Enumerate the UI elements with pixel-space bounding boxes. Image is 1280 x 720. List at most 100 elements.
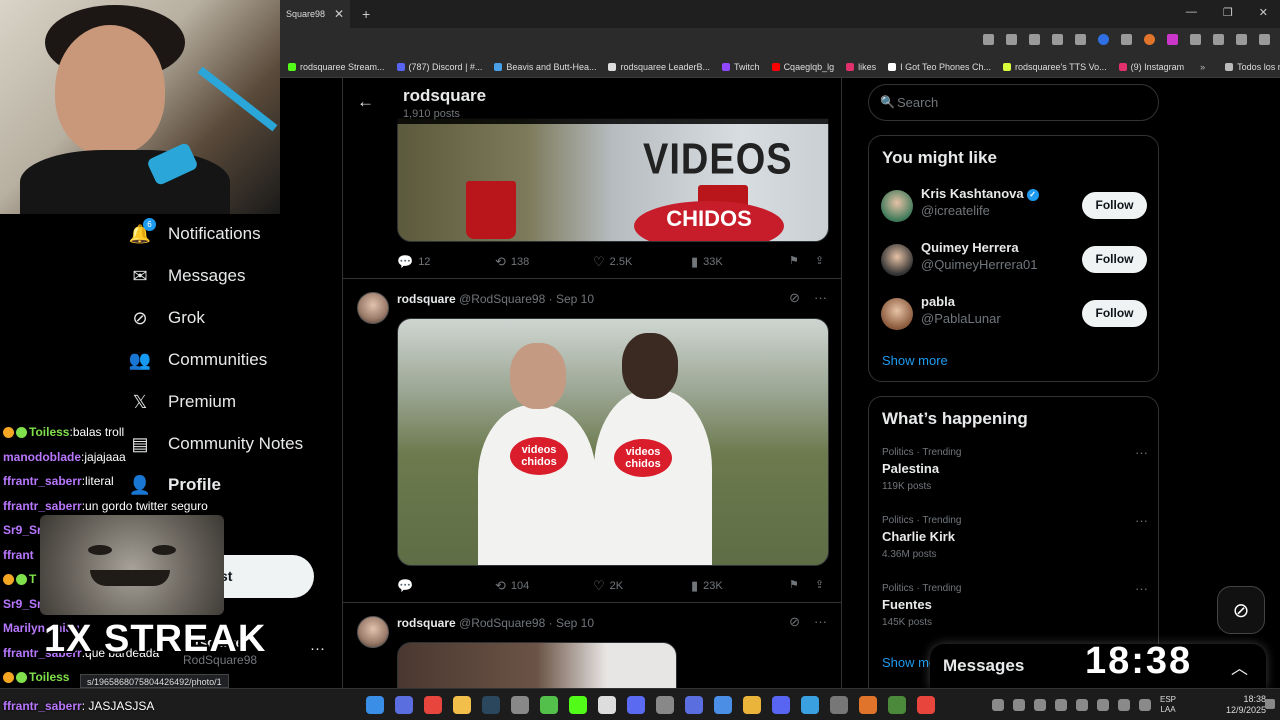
bookmark-icon[interactable]: ⚑ xyxy=(789,254,799,267)
translate-icon[interactable] xyxy=(1006,34,1017,45)
profile-avatar-icon[interactable] xyxy=(1236,34,1247,45)
tray-chevron-icon[interactable] xyxy=(992,699,1004,711)
trend-item[interactable]: Politics · Trending Charlie Kirk 4.36M p… xyxy=(882,513,1148,567)
bookmark-item[interactable]: likes xyxy=(846,62,876,72)
suggested-name[interactable]: pabla xyxy=(921,294,955,309)
avatar[interactable] xyxy=(881,244,913,276)
follow-button[interactable]: Follow xyxy=(1082,192,1147,219)
nav-notifications[interactable]: 🔔 6 Notifications xyxy=(129,218,261,246)
post-author-name[interactable]: rodsquare xyxy=(397,616,456,630)
bookmark-icon[interactable]: ⚑ xyxy=(789,578,799,591)
search-input[interactable]: 🔍 Search xyxy=(868,84,1159,121)
cast-icon[interactable] xyxy=(983,34,994,45)
share-icon[interactable]: ⇪ xyxy=(815,578,824,591)
avatar[interactable] xyxy=(881,298,913,330)
star-icon[interactable] xyxy=(1052,34,1063,45)
trend-item[interactable]: Politics · Trending Palestina 119K posts… xyxy=(882,445,1148,499)
avatar[interactable] xyxy=(357,616,389,648)
all-bookmarks-folder[interactable]: Todos los marcadores xyxy=(1225,62,1280,72)
post-date[interactable]: Sep 10 xyxy=(556,292,594,306)
tray-kick-icon[interactable] xyxy=(1055,699,1067,711)
grok-icon[interactable]: ⊘ xyxy=(789,614,800,630)
bookmark-item[interactable]: Beavis and Butt-Hea... xyxy=(494,62,596,72)
post-media-video[interactable]: VIDEOS CHIDOS xyxy=(397,118,829,242)
trend-item[interactable]: Politics · Trending Fuentes 145K posts ·… xyxy=(882,581,1148,635)
taskbar-app-icon[interactable] xyxy=(569,696,587,714)
follow-button[interactable]: Follow xyxy=(1082,246,1147,273)
more-icon[interactable]: ··· xyxy=(1135,513,1148,528)
avatar[interactable] xyxy=(881,190,913,222)
taskbar-app-icon[interactable] xyxy=(772,696,790,714)
views-button[interactable]: ▮ 33K xyxy=(691,254,723,270)
bookmark-item[interactable]: Twitch xyxy=(722,62,760,72)
post-author-name[interactable]: rodsquare xyxy=(397,292,456,306)
browser-tab[interactable]: Square98 ✕ xyxy=(280,0,350,28)
window-close-icon[interactable]: ✕ xyxy=(1259,6,1268,19)
reading-list-icon[interactable] xyxy=(1213,34,1224,45)
repost-button[interactable]: ⟲ 138 xyxy=(495,254,529,270)
new-tab-icon[interactable]: + xyxy=(362,6,370,22)
suggested-account[interactable]: Kris Kashtanova ✓ @icreatelife Follow xyxy=(881,186,1147,226)
avatar[interactable] xyxy=(357,292,389,324)
tray-app-icon[interactable] xyxy=(1097,699,1109,711)
grok-icon[interactable]: ⊘ xyxy=(789,290,800,306)
language-indicator[interactable]: ESP LAA xyxy=(1160,695,1176,715)
like-button[interactable]: ♡ 2K xyxy=(593,578,623,594)
share-icon[interactable]: ⇪ xyxy=(815,254,824,267)
taskbar-app-icon[interactable] xyxy=(917,696,935,714)
show-more-link[interactable]: Show me xyxy=(882,655,936,670)
taskbar-app-icon[interactable] xyxy=(656,696,674,714)
taskbar-app-icon[interactable] xyxy=(714,696,732,714)
nav-messages[interactable]: ✉ Messages xyxy=(130,264,245,288)
post-author-handle[interactable]: @RodSquare98 xyxy=(459,292,545,306)
suggested-name[interactable]: Quimey Herrera xyxy=(921,240,1019,255)
taskbar-app-icon[interactable] xyxy=(598,696,616,714)
nav-communities[interactable]: 👥 Communities xyxy=(129,348,267,372)
taskbar-app-icon[interactable] xyxy=(685,696,703,714)
tray-discord-icon[interactable] xyxy=(1034,699,1046,711)
like-button[interactable]: ♡ 2.5K xyxy=(593,254,632,270)
kebab-menu-icon[interactable] xyxy=(1259,34,1270,45)
bookmark-item[interactable]: Cqaeglqb_lg xyxy=(771,62,834,72)
bookmark-item[interactable]: rodsquaree's TTS Vo... xyxy=(1003,62,1107,72)
bluetooth-icon[interactable] xyxy=(1118,699,1130,711)
tray-app-icon[interactable] xyxy=(1013,699,1025,711)
grok-fab-icon[interactable]: ⊘ xyxy=(1217,586,1265,634)
nav-grok[interactable]: ⊘ Grok xyxy=(130,306,204,330)
puzzle-icon[interactable] xyxy=(1190,34,1201,45)
extension-blue-icon[interactable] xyxy=(1098,34,1109,45)
account-more-icon[interactable]: ··· xyxy=(310,640,325,657)
bookmark-item[interactable]: I Got Teo Phones Ch... xyxy=(888,62,991,72)
close-icon[interactable]: ✕ xyxy=(334,7,344,21)
extension-icon[interactable] xyxy=(1075,34,1086,45)
restore-icon[interactable]: ❐ xyxy=(1223,6,1233,19)
bookmark-item[interactable]: rodsquaree Stream... xyxy=(288,62,385,72)
bookmark-item[interactable]: (9) Instagram xyxy=(1118,62,1184,72)
taskbar-app-icon[interactable] xyxy=(743,696,761,714)
nav-premium[interactable]: 𝕏 Premium xyxy=(130,390,236,414)
taskbar-app-icon[interactable] xyxy=(453,696,471,714)
follow-button[interactable]: Follow xyxy=(1082,300,1147,327)
tray-steam-icon[interactable] xyxy=(1076,699,1088,711)
zoom-icon[interactable] xyxy=(1029,34,1040,45)
taskbar-app-icon[interactable] xyxy=(395,696,413,714)
taskbar-app-icon[interactable] xyxy=(482,696,500,714)
repost-button[interactable]: ⟲ 104 xyxy=(495,578,529,594)
bookmark-item[interactable]: rodsquaree LeaderB... xyxy=(608,62,710,72)
mic-icon[interactable] xyxy=(1139,699,1151,711)
taskbar-app-icon[interactable] xyxy=(511,696,529,714)
more-icon[interactable]: ··· xyxy=(814,614,827,630)
reply-button[interactable]: 💬 xyxy=(397,578,418,594)
post-author-handle[interactable]: @RodSquare98 xyxy=(459,616,545,630)
suggested-account[interactable]: Quimey Herrera @QuimeyHerrera01 Follow xyxy=(881,240,1147,280)
reply-button[interactable]: 💬 12 xyxy=(397,254,430,270)
taskbar-app-icon[interactable] xyxy=(859,696,877,714)
taskbar-clock[interactable]: 18:38 12/9/2025 xyxy=(1226,694,1266,716)
suggested-account[interactable]: pabla @PablaLunar Follow xyxy=(881,294,1147,334)
bookmarks-more-icon[interactable]: » xyxy=(1200,62,1205,72)
taskbar-app-icon[interactable] xyxy=(627,696,645,714)
taskbar-app-icon[interactable] xyxy=(801,696,819,714)
extension-pink-icon[interactable] xyxy=(1167,34,1178,45)
post-media-image[interactable] xyxy=(397,642,677,688)
taskbar-app-icon[interactable] xyxy=(830,696,848,714)
